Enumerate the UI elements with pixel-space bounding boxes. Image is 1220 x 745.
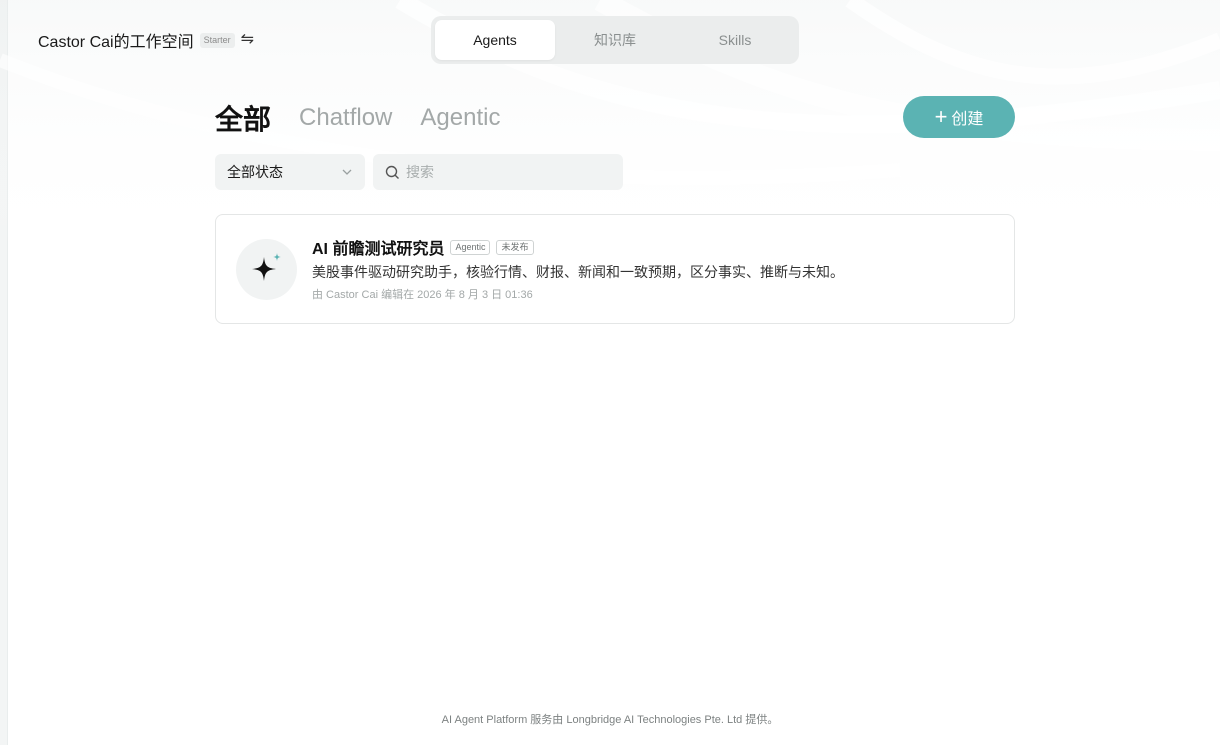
agent-title: AI 前瞻测试研究员 <box>312 241 445 258</box>
plan-badge: Starter <box>199 32 235 48</box>
search-input[interactable] <box>406 164 606 180</box>
agent-title-row: AI 前瞻测试研究员 Agentic 未发布 <box>312 237 994 258</box>
footer-text: AI Agent Platform 服务由 Longbridge AI Tech… <box>441 714 779 726</box>
left-edge-divider <box>0 0 8 745</box>
category-chatflow[interactable]: Chatflow <box>299 104 392 132</box>
search-icon <box>385 165 399 179</box>
category-all[interactable]: 全部 <box>215 98 271 138</box>
workspace-switcher[interactable]: Castor Cai的工作空间 Starter ⇋ <box>38 28 254 52</box>
search-box[interactable] <box>373 154 623 190</box>
agent-card[interactable]: AI 前瞻测试研究员 Agentic 未发布 美股事件驱动研究助手，核验行情、财… <box>215 214 1015 324</box>
switch-icon[interactable]: ⇋ <box>241 32 254 48</box>
agent-status-tag: 未发布 <box>496 239 534 255</box>
agent-card-body: AI 前瞻测试研究员 Agentic 未发布 美股事件驱动研究助手，核验行情、财… <box>312 237 994 302</box>
status-filter-select[interactable]: 全部状态 <box>215 154 365 190</box>
category-agentic[interactable]: Agentic <box>420 104 500 132</box>
workspace-name: Castor Cai的工作空间 <box>38 34 194 51</box>
tab-agents[interactable]: Agents <box>435 20 555 60</box>
tab-knowledge-base[interactable]: 知识库 <box>555 20 675 60</box>
agent-type-tag: Agentic <box>450 239 491 255</box>
create-button[interactable]: + 创建 <box>903 96 1015 138</box>
agent-meta: 由 Castor Cai 编辑在 2026 年 8 月 3 日 01:36 <box>312 289 533 301</box>
create-button-label: 创建 <box>951 111 984 128</box>
main-nav-tabs: Agents 知识库 Skills <box>431 16 799 64</box>
tab-skills[interactable]: Skills <box>675 20 795 60</box>
category-tabs: 全部 Chatflow Agentic <box>215 100 500 136</box>
sparkle-icon <box>251 252 281 281</box>
chevron-down-icon <box>342 169 352 175</box>
agent-description: 美股事件驱动研究助手，核验行情、财报、新闻和一致预期，区分事实、推断与未知。 <box>312 264 844 280</box>
agent-avatar <box>236 239 297 300</box>
plus-icon: + <box>934 104 948 129</box>
status-filter-value: 全部状态 <box>227 164 283 180</box>
